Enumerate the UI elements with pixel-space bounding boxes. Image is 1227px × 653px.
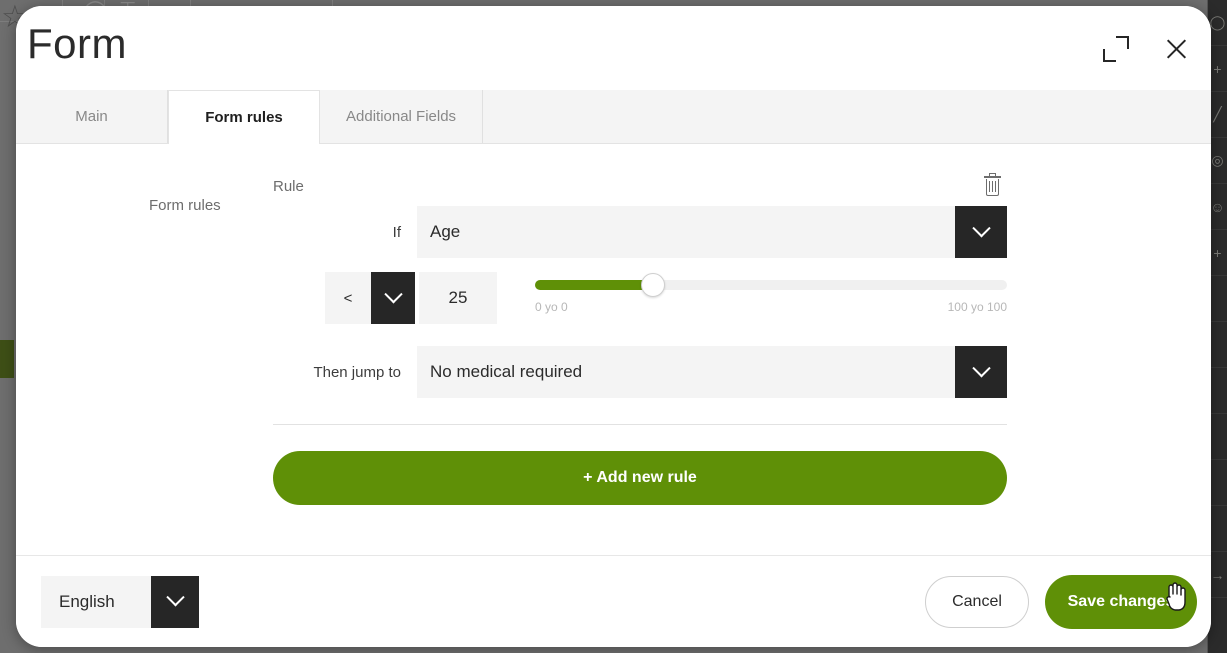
range-slider-wrap: 0 yo 0 100 yo 100	[535, 272, 1007, 314]
chevron-down-icon	[955, 346, 1007, 398]
close-icon	[1163, 36, 1189, 62]
rule-header: Rule	[273, 166, 1007, 206]
if-field-value: Age	[430, 222, 461, 241]
chevron-down-icon	[151, 575, 199, 628]
page-title: Form	[27, 20, 127, 67]
tab-bar-filler	[483, 90, 1211, 143]
language-value: English	[41, 575, 151, 628]
tab-form-rules[interactable]: Form rules	[168, 90, 320, 144]
condition-row: < 25 0 yo 0 100 yo 100	[273, 272, 1007, 324]
if-label: If	[392, 223, 401, 241]
range-slider-ticks: 0 yo 0 100 yo 100	[535, 300, 1007, 314]
then-jump-to-label: Then jump to	[313, 363, 401, 381]
chevron-down-icon	[371, 272, 415, 324]
modal-header: Form	[16, 6, 1211, 90]
add-new-rule-button[interactable]: + Add new rule	[273, 451, 1007, 505]
header-actions	[1099, 32, 1193, 66]
if-row: If Age	[273, 206, 1007, 258]
range-max-label: 100 yo 100	[947, 300, 1007, 314]
rule-title: Rule	[273, 177, 304, 195]
range-slider-thumb[interactable]	[641, 273, 665, 297]
section-label: Form rules	[149, 197, 221, 214]
chevron-down-icon	[955, 206, 1007, 258]
maximize-icon	[1103, 36, 1129, 62]
if-field-select[interactable]: Age	[417, 206, 1007, 258]
delete-rule-button[interactable]	[977, 171, 1007, 201]
rule-card: Rule If Age < 25 0 yo 0 100 yo 100 Then …	[273, 166, 1007, 505]
tab-additional-fields[interactable]: Additional Fields	[320, 90, 484, 143]
threshold-input[interactable]: 25	[419, 272, 497, 324]
maximize-button[interactable]	[1099, 32, 1133, 66]
range-min-label: 0 yo 0	[535, 300, 568, 314]
range-slider-fill	[535, 280, 653, 290]
tab-bar: Main Form rules Additional Fields	[16, 90, 1211, 144]
cancel-button[interactable]: Cancel	[925, 575, 1029, 628]
save-changes-button[interactable]: Save changes	[1045, 574, 1197, 629]
trash-icon	[983, 172, 1001, 197]
operator-value: <	[343, 289, 353, 307]
modal-body: Form rules Rule If Age < 25 0 yo 0 100 y…	[16, 144, 1211, 555]
jump-target-value: No medical required	[430, 362, 583, 381]
form-modal: Form Main Form rules Additional Fields F…	[16, 6, 1211, 647]
jump-target-select[interactable]: No medical required	[417, 346, 1007, 398]
tab-main[interactable]: Main	[16, 90, 168, 143]
jump-row: Then jump to No medical required	[273, 346, 1007, 398]
range-slider[interactable]	[535, 273, 1007, 297]
modal-footer: English Cancel Save changes	[16, 555, 1211, 647]
close-button[interactable]	[1159, 32, 1193, 66]
operator-select[interactable]: <	[325, 272, 415, 324]
background-green-marker	[0, 340, 14, 378]
footer-actions: Cancel Save changes	[925, 574, 1197, 629]
rule-divider	[273, 424, 1007, 425]
language-select[interactable]: English	[41, 575, 199, 628]
